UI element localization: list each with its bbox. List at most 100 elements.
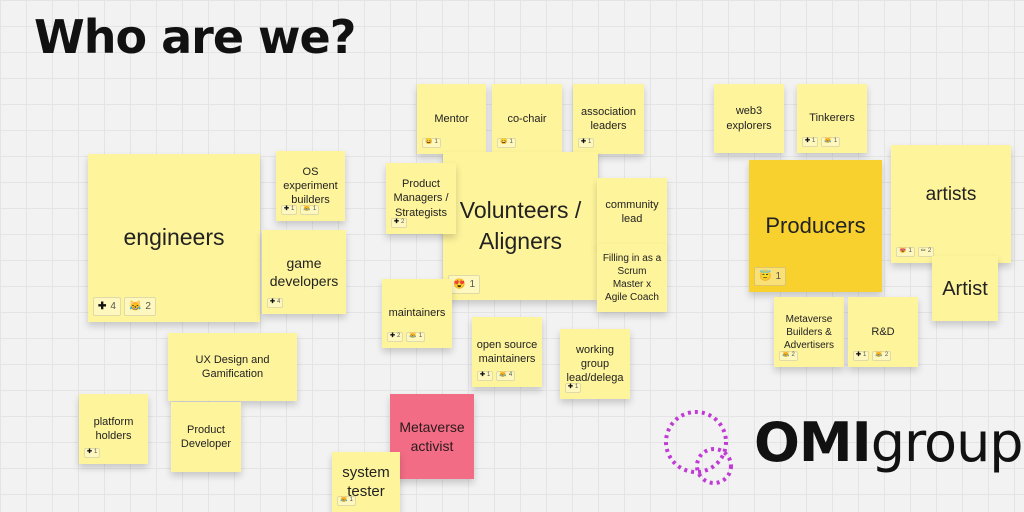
reaction-count: 1 xyxy=(418,333,423,340)
reaction-chip[interactable]: ✚ 1 xyxy=(853,351,870,361)
emoji-icon: 😄 xyxy=(425,139,433,146)
sticky-note-artist[interactable]: Artist xyxy=(932,256,998,321)
sticky-note-system-tester[interactable]: system tester 😹 1 xyxy=(332,452,400,512)
sticky-note-filling-in-scrum-master[interactable]: Filling in as a Scrum Master x Agile Coa… xyxy=(597,244,667,312)
reaction-count: 1 xyxy=(291,206,295,213)
sticky-note-association-leaders[interactable]: association leaders ✚ 1 xyxy=(573,84,644,154)
reaction-count: 1 xyxy=(469,278,476,290)
reaction-bar: 😄 1 xyxy=(422,138,441,148)
plus-icon: ✚ xyxy=(87,449,93,456)
note-label: association leaders xyxy=(580,105,637,132)
cat-emoji-icon: 😹 xyxy=(303,206,311,213)
sticky-note-metaverse-builders[interactable]: Metaverse Builders & Advertisers 😹 2 xyxy=(774,297,844,367)
sticky-note-community-lead[interactable]: community lead xyxy=(597,178,667,246)
sticky-note-artists[interactable]: artists 😻 1 ✏ 2 xyxy=(891,145,1011,263)
reaction-chip[interactable]: ✚ 1 xyxy=(578,138,595,148)
sticky-note-co-chair[interactable]: co-chair 😄 1 xyxy=(492,84,562,154)
reaction-chip[interactable]: 😄 1 xyxy=(422,138,441,148)
note-label: UX Design and Gamification xyxy=(195,353,270,380)
reaction-chip[interactable]: 😹 1 xyxy=(337,496,356,506)
sticky-note-os-experiment-builders[interactable]: OS experiment builders ✚ 1 😹 1 xyxy=(276,151,345,221)
sticky-note-product-managers[interactable]: Product Managers / Strategists ✚ 2 xyxy=(386,163,456,234)
reaction-chip[interactable]: 😇 1 xyxy=(754,267,787,286)
reaction-count: 1 xyxy=(812,138,816,145)
reaction-chip[interactable]: 😹 1 xyxy=(406,332,426,342)
logo-ring-large xyxy=(664,410,728,474)
note-label: Volunteers / Aligners xyxy=(459,196,582,254)
reaction-count: 2 xyxy=(145,300,151,312)
sticky-note-open-source-maintainers[interactable]: open source maintainers ✚ 1 😹 4 xyxy=(472,317,542,387)
smile-emoji-icon: 😇 xyxy=(759,271,772,282)
sticky-note-platform-holders[interactable]: platform holders ✚ 1 xyxy=(79,394,148,464)
reaction-bar: ✚ 1 xyxy=(565,383,582,393)
reaction-chip[interactable]: 😍 1 xyxy=(448,275,481,294)
sticky-note-maintainers[interactable]: maintainers ✚ 2 😹 1 xyxy=(382,279,452,348)
reaction-bar: ✚ 1 😹 1 xyxy=(802,137,841,147)
note-label: open source maintainers xyxy=(476,338,538,365)
reaction-chip[interactable]: 😹 1 xyxy=(300,205,320,215)
plus-icon: ✚ xyxy=(480,372,486,379)
reaction-count: 1 xyxy=(349,497,353,504)
note-label: working group lead/delega xyxy=(566,343,624,385)
laugh-emoji-icon: 😹 xyxy=(128,300,142,312)
plus-icon: ✚ xyxy=(270,299,276,306)
reaction-chip[interactable]: 😹 2 xyxy=(872,351,892,361)
reaction-count: 2 xyxy=(927,248,932,255)
logo-ring-small xyxy=(695,447,733,485)
note-label: Producers xyxy=(765,212,866,238)
reaction-chip[interactable]: 😻 1 xyxy=(896,247,915,257)
reaction-bar: 😹 2 xyxy=(779,351,798,361)
reaction-chip[interactable]: ✚ 2 xyxy=(391,218,408,228)
sticky-note-engineers[interactable]: engineers ✚ 4 😹 2 xyxy=(88,154,260,322)
reaction-chip[interactable]: 😄 1 xyxy=(497,138,516,148)
pencil-icon: ✏ xyxy=(920,248,926,255)
sticky-note-product-developer[interactable]: Product Developer xyxy=(171,402,241,472)
reaction-count: 1 xyxy=(487,372,491,379)
sticky-note-mentor[interactable]: Mentor 😄 1 xyxy=(417,84,486,154)
reaction-count: 1 xyxy=(833,138,838,145)
reaction-chip[interactable]: ✚ 1 xyxy=(84,448,101,458)
note-label: Filling in as a Scrum Master x Agile Coa… xyxy=(602,253,662,303)
reaction-bar: ✚ 2 😹 1 xyxy=(387,332,426,342)
reaction-chip[interactable]: ✚ 1 xyxy=(477,371,494,381)
plus-icon: ✚ xyxy=(805,138,811,145)
reaction-count: 1 xyxy=(908,248,912,255)
sticky-note-rnd[interactable]: R&D ✚ 1 😹 2 xyxy=(848,297,918,367)
sticky-note-tinkerers[interactable]: Tinkerers ✚ 1 😹 1 xyxy=(797,84,867,153)
reaction-chip[interactable]: 😹 4 xyxy=(496,371,516,381)
reaction-count: 4 xyxy=(508,372,513,379)
reaction-count: 1 xyxy=(863,352,867,359)
note-label: community lead xyxy=(605,198,659,225)
reaction-chip[interactable]: 😹 2 xyxy=(123,297,156,316)
sticky-note-game-developers[interactable]: game developers ✚ 4 xyxy=(262,230,346,314)
reaction-chip[interactable]: ✚ 4 xyxy=(267,298,284,308)
reaction-chip[interactable]: ✚ 1 xyxy=(802,137,819,147)
plus-icon: ✚ xyxy=(98,300,107,312)
reaction-chip[interactable]: ✚ 1 xyxy=(565,383,582,393)
sticky-note-working-group-lead[interactable]: working group lead/delega ✚ 1 xyxy=(560,329,630,399)
reaction-count: 4 xyxy=(277,299,281,306)
note-label: R&D xyxy=(871,325,895,338)
sticky-note-volunteers-aligners[interactable]: Volunteers / Aligners 😍 1 xyxy=(443,152,598,300)
note-label: Metaverse activist xyxy=(399,419,465,454)
plus-icon: ✚ xyxy=(284,206,290,213)
reaction-chip[interactable]: ✚ 2 xyxy=(387,332,404,342)
plus-icon: ✚ xyxy=(394,219,400,226)
reaction-chip[interactable]: ✚ 4 xyxy=(93,297,121,316)
note-label: co-chair xyxy=(507,112,547,125)
reaction-bar: ✚ 1 xyxy=(578,138,595,148)
reaction-chip[interactable]: ✚ 1 xyxy=(281,205,298,215)
reaction-bar: ✚ 4 xyxy=(267,298,284,308)
note-label: artists xyxy=(925,184,977,205)
plus-icon: ✚ xyxy=(568,384,574,391)
sticky-note-web3-explorers[interactable]: web3 explorers xyxy=(714,84,784,153)
sticky-note-ux-design[interactable]: UX Design and Gamification xyxy=(168,333,297,401)
sticky-note-metaverse-activist[interactable]: Metaverse activist xyxy=(390,394,474,479)
reaction-chip[interactable]: 😹 2 xyxy=(779,351,798,361)
sticky-note-producers[interactable]: Producers 😇 1 xyxy=(749,160,882,292)
reaction-count: 1 xyxy=(312,206,317,213)
note-label: Product Managers / Strategists xyxy=(393,178,449,219)
logo-text-bold: OMI xyxy=(754,411,872,474)
reaction-chip[interactable]: 😹 1 xyxy=(821,137,841,147)
reaction-bar: ✚ 2 xyxy=(391,218,408,228)
